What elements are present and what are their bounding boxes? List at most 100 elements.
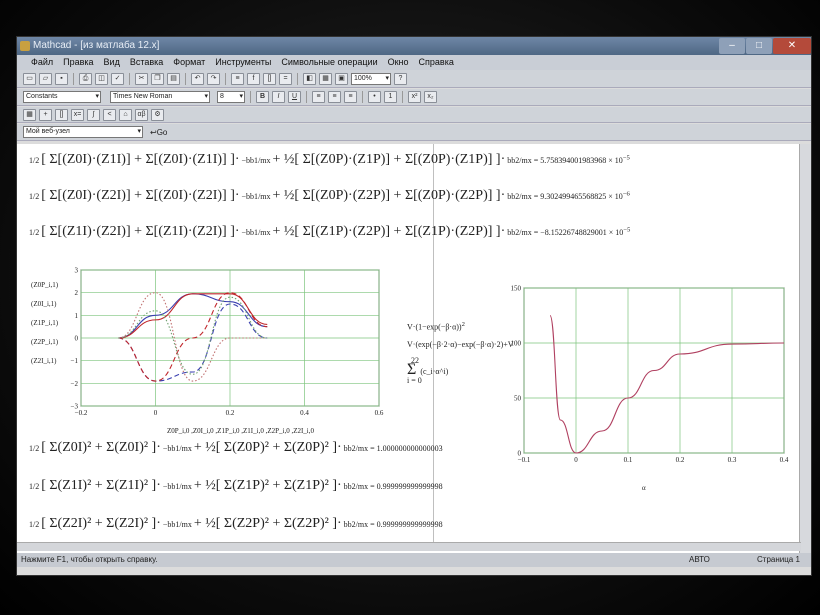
size-select[interactable]: 8 (217, 91, 245, 103)
worksheet[interactable]: 1/2 [ Σ[(Z0I)·(Z1I)] + Σ[(Z0I)·(Z1I)] ]·… (17, 144, 801, 559)
programming-icon[interactable]: ⌂ (119, 108, 132, 121)
numbering-icon[interactable]: 1 (384, 91, 397, 103)
redo-icon[interactable]: ↷ (207, 72, 220, 85)
menu-file[interactable]: Файл (31, 55, 53, 70)
standard-toolbar: ▭ ▱ ▪ ⎙ ◫ ✓ ✂ ❐ ▤ ↶ ↷ ≡ f [] = ◧ ▦ ▣ 100… (17, 70, 811, 88)
result-value: = −8.15226748829001 × 10 (533, 228, 624, 237)
result-value: = 1.000000000000003 (370, 444, 443, 453)
evaluation-icon[interactable]: x= (71, 108, 84, 121)
italic-button[interactable]: I (272, 91, 285, 103)
matrix-icon[interactable]: [] (55, 108, 68, 121)
paste-icon[interactable]: ▤ (167, 72, 180, 85)
calc-toggle-icon[interactable]: ▣ (335, 72, 348, 85)
go-button[interactable]: ↩Go (150, 128, 167, 137)
status-hint: Нажмите F1, чтобы открыть справку. (21, 555, 158, 564)
insert-unit-icon[interactable]: [] (263, 72, 276, 85)
formatting-toolbar: Constants Times New Roman 8 B I U ≡ ≡ ≡ … (17, 89, 811, 106)
y-tick-label: 150 (511, 285, 522, 293)
align-right-icon[interactable]: ≡ (344, 91, 357, 103)
mx-term: mx (260, 228, 271, 237)
equation-row[interactable]: 1/2 [ Σ[(Z1I)·(Z2I)] + Σ[(Z1I)·(Z2I)] ]·… (29, 224, 630, 240)
y-tick-label: 100 (511, 340, 522, 348)
mathcad-window: Mathcad - [из матлаба 12.x] – □ ✕ Файл П… (16, 36, 812, 576)
equation-row[interactable]: 1/2 [ Σ(Z1I)² + Σ(Z1I)² ]· −bb1/mx + ½[ … (29, 478, 443, 494)
help-icon[interactable]: ? (394, 72, 407, 85)
y-tick-label: −1 (71, 357, 79, 365)
maximize-button[interactable]: □ (746, 38, 772, 54)
horizontal-scrollbar[interactable] (17, 542, 801, 551)
bracket-expression: [ Σ(Z1I)² + Σ(Z1I)² ]· (41, 478, 161, 493)
bb2-term: bb2 (343, 520, 356, 529)
mathcad-app-icon (20, 41, 30, 51)
print-icon[interactable]: ⎙ (79, 72, 92, 85)
bb1-term: −bb1 (241, 228, 259, 237)
copy-icon[interactable]: ❐ (151, 72, 164, 85)
align-left-icon[interactable]: ≡ (312, 91, 325, 103)
equation-row[interactable]: 1/2 [ Σ[(Z0I)·(Z1I)] + Σ[(Z0I)·(Z1I)] ]·… (29, 152, 630, 168)
web-address-select[interactable]: Мой веб-узел (23, 126, 143, 138)
bracket-expression: [ Σ[(Z0I)·(Z2I)] + Σ[(Z0I)·(Z2I)] ]· (41, 188, 240, 203)
half-factor: 1/2 (29, 444, 40, 453)
open-icon[interactable]: ▱ (39, 72, 52, 85)
calculator-icon[interactable]: ▦ (23, 108, 36, 121)
equation-row[interactable]: 1/2 [ Σ(Z0I)² + Σ(Z0I)² ]· −bb1/mx + ½[ … (29, 440, 443, 456)
calculate-icon[interactable]: = (279, 72, 292, 85)
mx-term-2: mx (521, 192, 532, 201)
menu-symbolics[interactable]: Символьные операции (281, 55, 377, 70)
new-icon[interactable]: ▭ (23, 72, 36, 85)
bracket-expression: [ Σ(Z2I)² + Σ(Z2I)² ]· (41, 516, 161, 531)
cut-icon[interactable]: ✂ (135, 72, 148, 85)
graph-icon[interactable]: + (39, 108, 52, 121)
subscript-icon[interactable]: x₂ (424, 91, 437, 103)
resource-icon[interactable]: ◧ (303, 72, 316, 85)
equation-row[interactable]: 1/2 [ Σ(Z2I)² + Σ(Z2I)² ]· −bb1/mx + ½[ … (29, 516, 443, 532)
menu-insert[interactable]: Вставка (130, 55, 163, 70)
bb1-term: −bb1 (162, 482, 180, 491)
y-tick-label: −2 (71, 380, 79, 388)
close-button[interactable]: ✕ (773, 38, 811, 54)
underline-button[interactable]: U (288, 91, 301, 103)
bb2-term: bb2 (507, 156, 520, 165)
bracket-expression: [ Σ(Z0I)² + Σ(Z0I)² ]· (41, 440, 161, 455)
component-icon[interactable]: ▦ (319, 72, 332, 85)
mx-term: mx (260, 156, 271, 165)
result-value: = 0.999999999999998 (370, 520, 443, 529)
greek-icon[interactable]: αβ (135, 108, 148, 121)
mx-term-2: mx (357, 444, 369, 453)
y-tick-label: 0 (75, 335, 79, 343)
superscript-icon[interactable]: x² (408, 91, 421, 103)
zoom-select[interactable]: 100% (351, 72, 391, 85)
style-select[interactable]: Constants (23, 91, 101, 103)
preview-icon[interactable]: ◫ (95, 72, 108, 85)
menu-edit[interactable]: Правка (63, 55, 93, 70)
save-icon[interactable]: ▪ (55, 72, 68, 85)
symbolic-icon[interactable]: ⚙ (151, 108, 164, 121)
bullets-icon[interactable]: • (368, 91, 381, 103)
status-bar: Нажмите F1, чтобы открыть справку. АВТО … (17, 553, 811, 567)
insert-function-icon[interactable]: f (247, 72, 260, 85)
font-select[interactable]: Times New Roman (110, 91, 210, 103)
result-exponent: −5 (622, 154, 630, 162)
potential-expr-2: V·(exp(−β·2·α)−exp(−β·α)·2)+V (407, 340, 514, 349)
menu-view[interactable]: Вид (104, 55, 120, 70)
plot2[interactable]: −0.1 0 0.1 0.2 0.3 0.4150100500 (502, 282, 792, 467)
menu-help[interactable]: Справка (419, 55, 454, 70)
calculus-icon[interactable]: ∫ (87, 108, 100, 121)
x-tick-label: 0 (574, 456, 578, 464)
bb2-term: bb2 (507, 192, 520, 201)
vertical-scrollbar[interactable] (799, 144, 811, 559)
plot1-ylabel: (Z1P_i,1) (31, 319, 59, 327)
undo-icon[interactable]: ↶ (191, 72, 204, 85)
plot1[interactable]: −0.2 0 0.2 0.4 0.63210−1−2−3 (65, 264, 391, 424)
menu-format[interactable]: Формат (173, 55, 205, 70)
bold-button[interactable]: B (256, 91, 269, 103)
spellcheck-icon[interactable]: ✓ (111, 72, 124, 85)
equation-row[interactable]: 1/2 [ Σ[(Z0I)·(Z2I)] + Σ[(Z0I)·(Z2I)] ]·… (29, 188, 630, 204)
boolean-icon[interactable]: < (103, 108, 116, 121)
align-center-icon[interactable]: ≡ (328, 91, 341, 103)
menu-window[interactable]: Окно (388, 55, 409, 70)
mx-term-2: mx (357, 482, 369, 491)
menu-tools[interactable]: Инструменты (215, 55, 271, 70)
align-icon[interactable]: ≡ (231, 72, 244, 85)
minimize-button[interactable]: – (719, 38, 745, 54)
